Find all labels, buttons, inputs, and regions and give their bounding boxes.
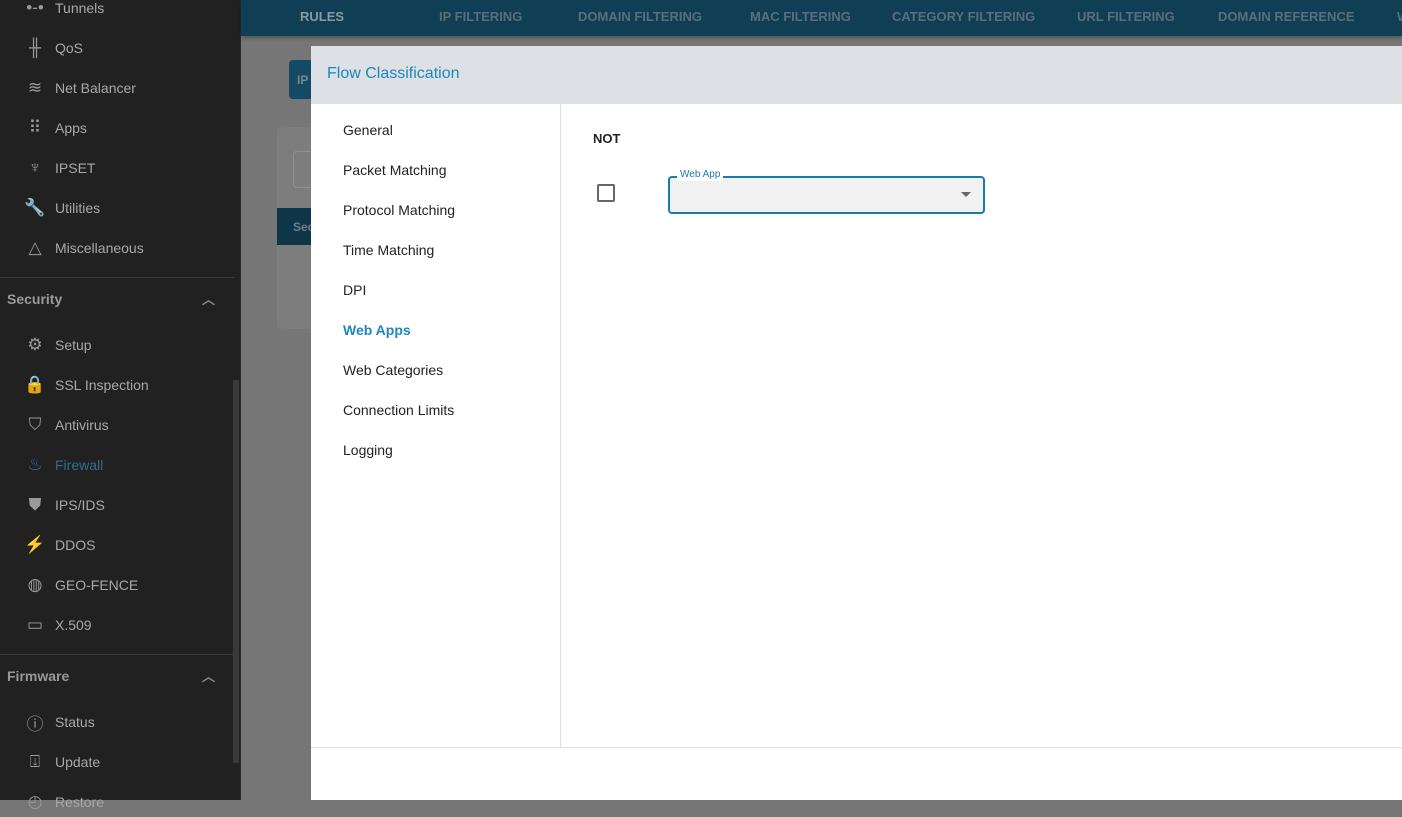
sidebar-item-update[interactable]: ⍗ Update (24, 747, 100, 777)
dialog-nav-logging[interactable]: Logging (343, 442, 393, 462)
sidebar-item-antivirus[interactable]: ⛉ Antivirus (24, 410, 109, 440)
sidebar-item-restore[interactable]: ◴ Restore (24, 787, 104, 817)
dialog-nav-time-matching[interactable]: Time Matching (343, 242, 434, 262)
sidebar-item-qos[interactable]: ╫ QoS (24, 33, 83, 63)
tab-domain-reference[interactable]: DOMAIN REFERENCE (1218, 0, 1355, 36)
sidebar-item-label: DDOS (55, 537, 96, 553)
sidebar-item-ipset[interactable]: ♆ IPSET (24, 153, 96, 183)
dialog-nav-general[interactable]: General (343, 122, 393, 142)
sidebar-item-label: Update (55, 754, 101, 770)
sidebar-item-label: SSL Inspection (55, 377, 149, 393)
dropdown-arrow-icon (961, 192, 971, 197)
dialog-nav-web-apps[interactable]: Web Apps (343, 322, 411, 342)
sidebar-item-label: IPS/IDS (55, 497, 105, 513)
web-app-label: Web App (677, 169, 724, 181)
sidebar: •-• Tunnels ╫ QoS ≋ Net Balancer ⠿ Apps ♆ IPSET 🔧 U… (0, 0, 241, 811)
chevron-up-icon[interactable]: ︿ (202, 666, 215, 685)
sidebar-item-label: IPSET (55, 160, 96, 176)
qos-icon: ╫ (28, 38, 42, 57)
sidebar-item-label: QoS (55, 40, 84, 56)
sidebar-item-ddos[interactable]: ⚡ DDOS (24, 530, 95, 560)
tab-mac-filtering[interactable]: MAC FILTERING (750, 0, 851, 36)
tab-url-filtering[interactable]: URL FILTERING (1077, 0, 1175, 36)
sidebar-item-status[interactable]: ⓘ Status (24, 707, 95, 737)
tab-domain-filtering[interactable]: DOMAIN FILTERING (578, 0, 702, 36)
sidebar-item-x-509[interactable]: ▭ X.509 (24, 610, 92, 640)
sidebar-item-geo-fence[interactable]: ◍ GEO-FENCE (24, 570, 139, 600)
sidebar-divider (0, 654, 235, 655)
dialog-title: Flow Classification (311, 46, 1402, 104)
sidebar-scrollbar[interactable] (233, 380, 239, 763)
sidebar-divider (0, 277, 235, 278)
top-nav-tabs: RULES IP FILTERING DOMAIN FILTERING MAC FIL… (241, 0, 1402, 36)
waves-icon: ≋ (27, 78, 43, 97)
sidebar-item-label: Tunnels (55, 0, 105, 16)
sidebar-item-label: GEO-FENCE (55, 577, 139, 593)
sidebar-item-label: Apps (55, 120, 87, 136)
sidebar-item-label: Setup (55, 337, 92, 353)
shield-icon: ⛊ (28, 495, 42, 514)
dialog-footer-divider (311, 747, 1402, 748)
dialog-nav-packet-matching[interactable]: Packet Matching (343, 162, 447, 182)
sidebar-item-label: Restore (55, 794, 105, 810)
ddos-icon: ⚡ (24, 535, 46, 554)
section-title: Firmware (7, 667, 70, 684)
apps-grid-icon: ⠿ (28, 118, 42, 137)
info-icon: ⓘ (26, 714, 44, 734)
dialog-nav: General Packet Matching Protocol Matching T… (311, 104, 561, 748)
sidebar-item-label: X.509 (55, 617, 92, 633)
lock-icon: 🔒 (24, 375, 46, 394)
dialog-nav-connection-limits[interactable]: Connection Limits (343, 402, 454, 422)
sidebar-item-label: Miscellaneous (55, 240, 144, 256)
sidebar-item-ssl-inspection[interactable]: 🔒 SSL Inspection (24, 370, 149, 400)
sidebar-item-setup[interactable]: ⚙ Setup (24, 330, 92, 360)
sidebar-item-ips-ids[interactable]: ⛊ IPS/IDS (24, 490, 105, 520)
tab-rules[interactable]: RULES (300, 0, 344, 36)
sidebar-item-label: Firewall (55, 457, 104, 473)
shield-check-icon: ⛉ (28, 415, 42, 434)
sidebar-item-label: Antivirus (55, 417, 109, 433)
tab-w[interactable]: W (1397, 0, 1402, 36)
flow-classification-dialog: Flow Classification General Packet Matchi… (311, 46, 1402, 800)
lamp-icon: ♆ (28, 158, 42, 177)
wrench-icon: 🔧 (24, 198, 46, 217)
tab-ip-filtering[interactable]: IP FILTERING (439, 0, 522, 36)
sidebar-item-miscellaneous[interactable]: △ Miscellaneous (24, 233, 144, 263)
web-app-select[interactable] (668, 176, 985, 214)
dialog-nav-dpi[interactable]: DPI (343, 282, 366, 302)
globe-icon: ◍ (27, 575, 43, 594)
certificate-icon: ▭ (26, 615, 44, 634)
not-label: NOT (593, 131, 621, 146)
section-title: Security (7, 290, 63, 307)
sidebar-item-apps[interactable]: ⠿ Apps (24, 113, 87, 143)
dialog-nav-web-categories[interactable]: Web Categories (343, 362, 443, 382)
sidebar-item-tunnels[interactable]: •-• Tunnels (24, 0, 104, 23)
sidebar-item-firewall[interactable]: ♨ Firewall (24, 450, 103, 480)
sidebar-item-label: Utilities (55, 200, 101, 216)
chevron-up-icon[interactable]: ︿ (202, 289, 215, 308)
restore-icon: ◴ (27, 792, 43, 811)
download-icon: ⍗ (29, 752, 41, 771)
sidebar-item-utilities[interactable]: 🔧 Utilities (24, 193, 100, 223)
not-checkbox[interactable] (597, 184, 615, 202)
dialog-nav-protocol-matching[interactable]: Protocol Matching (343, 202, 455, 222)
fire-icon: ♨ (27, 455, 43, 474)
shapes-icon: △ (28, 238, 42, 257)
tab-category-filtering[interactable]: CATEGORY FILTERING (892, 0, 1035, 36)
section-header-firmware[interactable]: Firmware ︿ (7, 666, 233, 685)
setup-icon: ⚙ (27, 335, 43, 354)
section-header-security[interactable]: Security ︿ (7, 289, 233, 308)
tunnels-icon: •-• (26, 0, 44, 17)
sidebar-item-label: Status (55, 714, 95, 730)
sidebar-item-net-balancer[interactable]: ≋ Net Balancer (24, 73, 136, 103)
sidebar-item-label: Net Balancer (55, 80, 136, 96)
